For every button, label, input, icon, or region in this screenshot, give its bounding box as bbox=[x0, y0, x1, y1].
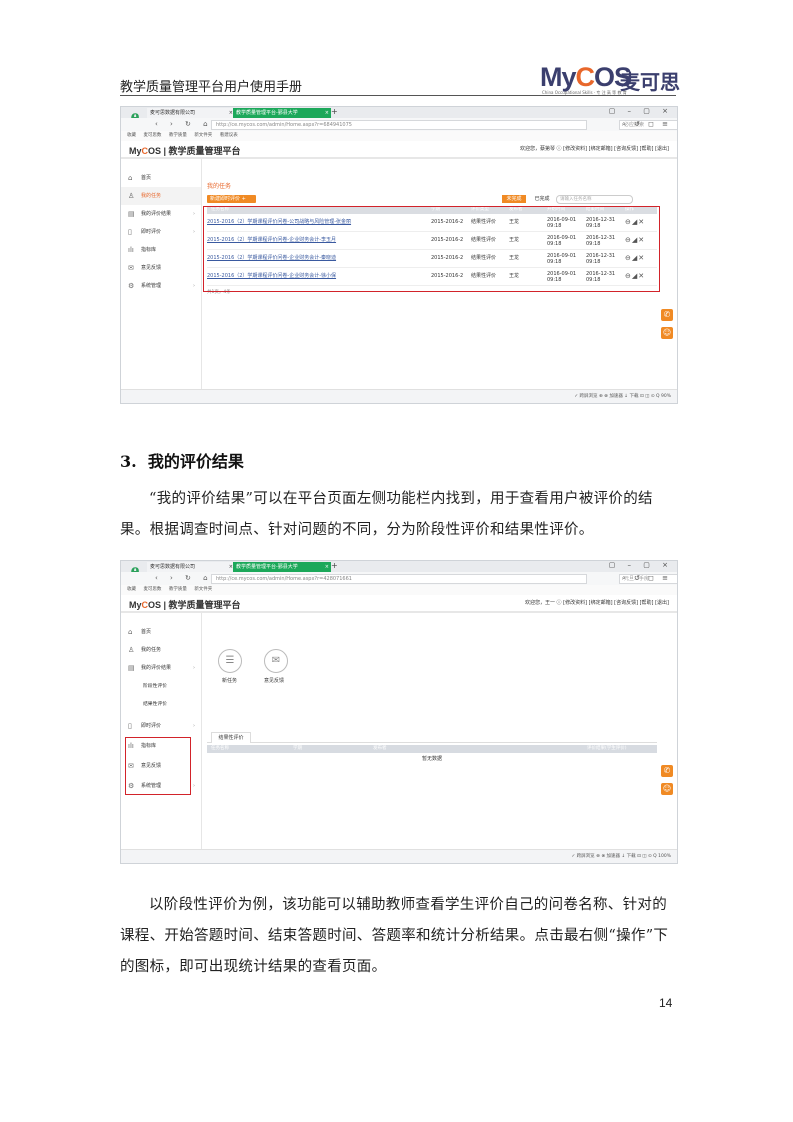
home-icon: ⌂ bbox=[128, 174, 133, 182]
sidebar-subitem-stage[interactable]: 阶段性评价 bbox=[121, 679, 201, 695]
user-info[interactable]: 欢迎您，蔡第琴 ⓘ [修改资料] [绑定邮箱] [咨询反馈] [帮助] [退出] bbox=[520, 145, 669, 152]
favorite-item[interactable]: 麦可思数 bbox=[143, 133, 161, 138]
filter-unfinished-button[interactable]: 未完成 bbox=[502, 195, 526, 203]
favorite-item[interactable]: 新文件夹 bbox=[194, 587, 212, 592]
column-header: 任务名称 bbox=[211, 746, 229, 751]
header-rule bbox=[120, 95, 676, 96]
logo-cn: 麦可思 bbox=[620, 70, 680, 94]
document-header-title: 教学质量管理平台用户使用手册 bbox=[120, 80, 303, 95]
highlight-box bbox=[203, 206, 660, 292]
window-controls[interactable]: ▢ – ▢ × bbox=[609, 107, 673, 115]
sidebar-item-my-tasks[interactable]: ♙ 我的任务 bbox=[121, 187, 201, 205]
user-icon: ♙ bbox=[128, 646, 135, 654]
sidebar-item-instant[interactable]: ▯ 即时评价 › bbox=[121, 717, 201, 735]
new-task-label: 新任务 bbox=[222, 678, 238, 684]
sidebar: ⌂ 首页 ♙ 我的任务 ▤ 我的评价结果 › ▯ 即时评价 › ılı 指标库 ✉ 意见反馈 ⚙… bbox=[121, 159, 202, 389]
window-controls[interactable]: ▢ – ▢ × bbox=[609, 561, 673, 569]
new-tab-icon[interactable]: + bbox=[331, 107, 338, 116]
browser-tab[interactable]: 麦可思数据有限公司 × bbox=[147, 108, 235, 118]
sidebar-item-home[interactable]: ⌂ 首页 bbox=[121, 169, 201, 187]
favorite-item[interactable]: 教学质量 bbox=[169, 587, 187, 592]
url-field[interactable]: http://ce.mycos.com/admin/Home.aspx?r=68… bbox=[211, 120, 587, 130]
doc-icon: ▯ bbox=[128, 228, 132, 236]
sidebar-item-my-tasks[interactable]: ♙ 我的任务 bbox=[121, 641, 201, 659]
browser-tab-active[interactable]: 教学质量管理平台-鄞县大学 × bbox=[233, 108, 331, 118]
new-task-icon[interactable]: ☰ bbox=[218, 649, 242, 673]
new-evaluation-button[interactable]: 新建即时评价 + bbox=[207, 195, 256, 203]
section-heading: 3. 我的评价结果 bbox=[120, 452, 244, 471]
feedback-mail-icon[interactable]: ✉ bbox=[264, 649, 288, 673]
app-header: MyCOS | 教学质量管理平台 欢迎您，王一 ⓘ [修改资料] [绑定邮箱] … bbox=[121, 595, 677, 613]
browser-titlebar: 麦可思数据有限公司 × 教学质量管理平台-鄞县大学 × + ▢ – ▢ × bbox=[121, 561, 677, 572]
phone-icon[interactable]: ✆ bbox=[661, 309, 673, 321]
logo-brand: MyCOS bbox=[540, 62, 632, 92]
favorite-item[interactable]: 麦可思数 bbox=[143, 587, 161, 592]
tab-final-evaluation[interactable]: 结果性评价 bbox=[211, 732, 251, 743]
list-icon: ▤ bbox=[128, 210, 135, 218]
table-header: 任务名称 学期 发布者 评价结果(学生评价) bbox=[207, 745, 657, 753]
address-bar: ‹ › ↻ ⌂ http://ce.mycos.com/admin/Home.a… bbox=[121, 572, 677, 586]
sidebar-item-home[interactable]: ⌂ 首页 bbox=[121, 623, 201, 641]
sidebar-item-feedback[interactable]: ✉ 意见反馈 bbox=[121, 259, 201, 277]
page-number: 14 bbox=[659, 996, 673, 1010]
breadcrumb: 我的任务 bbox=[207, 183, 232, 190]
browser-tab-active[interactable]: 教学质量管理平台-鄞县大学 × bbox=[233, 562, 331, 572]
url-field[interactable]: http://ce.mycos.com/admin/Home.aspx?r=42… bbox=[211, 574, 587, 584]
column-header: 学期 bbox=[293, 746, 302, 751]
app-header: MyCOS | 教学质量管理平台 欢迎您，蔡第琴 ⓘ [修改资料] [绑定邮箱]… bbox=[121, 141, 677, 159]
favorite-item[interactable]: 收藏 bbox=[127, 587, 136, 592]
user-icon: ♙ bbox=[128, 192, 135, 200]
filter-finished-button[interactable]: 已完成 bbox=[530, 195, 554, 203]
feedback-label: 意见反馈 bbox=[264, 678, 285, 684]
status-items[interactable]: ✓ 跨屏浏览 ⊕ ⊗ 加速器 ↓ 下载 ⊡ ◫ ⊙ Q 100% bbox=[571, 850, 671, 863]
highlight-box bbox=[125, 737, 191, 795]
list-icon: ▤ bbox=[128, 664, 135, 672]
doc-icon: ▯ bbox=[128, 722, 132, 730]
mail-icon: ✉ bbox=[128, 264, 134, 272]
column-header: 发布者 bbox=[373, 746, 387, 751]
status-items[interactable]: ✓ 跨屏浏览 ⊕ ⊗ 加速器 ↓ 下载 ⊡ ◫ ⊙ Q 90% bbox=[574, 390, 671, 403]
sidebar-subitem-final[interactable]: 结果性评价 bbox=[121, 697, 201, 713]
app-logo: MyCOS | 教学质量管理平台 bbox=[129, 146, 241, 156]
user-info[interactable]: 欢迎您，王一 ⓘ [修改资料] [绑定邮箱] [咨询反馈] [帮助] [退出] bbox=[525, 599, 669, 606]
browser-tab[interactable]: 麦可思数据有限公司 × bbox=[147, 562, 235, 572]
address-bar: ‹ › ↻ ⌂ http://ce.mycos.com/admin/Home.a… bbox=[121, 118, 677, 132]
app-logo: MyCOS | 教学质量管理平台 bbox=[129, 600, 241, 610]
gear-icon: ⚙ bbox=[128, 282, 135, 290]
task-search-input[interactable]: 请输入任务名称 bbox=[556, 195, 633, 204]
nav-buttons[interactable]: ‹ › ↻ ⌂ bbox=[155, 120, 213, 128]
browser-tools[interactable]: ⌕ ↺ ◻ ≡ bbox=[622, 120, 671, 129]
status-bar: ✓ 跨屏浏览 ⊕ ⊗ 加速器 ↓ 下载 ⊡ ◫ ⊙ Q 100% bbox=[121, 849, 677, 863]
screenshot-my-tasks: 麦可思数据有限公司 × 教学质量管理平台-鄞县大学 × + ▢ – ▢ × e ‹ … bbox=[120, 106, 678, 404]
browser-tools[interactable]: ⌕ ↺ ◻ ≡ bbox=[622, 574, 671, 583]
bar-chart-icon: ılı bbox=[128, 246, 134, 254]
sidebar-item-instant[interactable]: ▯ 即时评价 › bbox=[121, 223, 201, 241]
sidebar: ⌂ 首页 ♙ 我的任务 ▤ 我的评价结果 › 阶段性评价 结果性评价 ▯ 即时评价 › ıl… bbox=[121, 613, 202, 849]
sidebar-item-system[interactable]: ⚙ 系统管理 › bbox=[121, 277, 201, 295]
paragraph-example: 以阶段性评价为例，该功能可以辅助教师查看学生评价自己的问卷名称、针对的课程、开始… bbox=[120, 897, 669, 975]
favorite-item[interactable]: 教学质量 bbox=[169, 133, 187, 138]
empty-state: 暂无数据 bbox=[421, 756, 442, 762]
sidebar-item-results[interactable]: ▤ 我的评价结果 › bbox=[121, 659, 201, 677]
paragraph-intro: “我的评价结果”可以在平台页面左侧功能栏内找到，用于查看用户被评价的结果。根据调… bbox=[120, 491, 653, 538]
favorite-item[interactable]: 收藏 bbox=[127, 133, 136, 138]
new-tab-icon[interactable]: + bbox=[331, 561, 338, 570]
nav-buttons[interactable]: ‹ › ↻ ⌂ bbox=[155, 574, 213, 582]
screenshot-evaluation-results: 麦可思数据有限公司 × 教学质量管理平台-鄞县大学 × + ▢ – ▢ × e ‹ … bbox=[120, 560, 678, 864]
mycos-logo: MyCOS 麦可思 China Occupational Skills · 专 … bbox=[540, 62, 680, 96]
favorite-item[interactable]: 新文件夹 bbox=[194, 133, 212, 138]
column-header: 评价结果(学生评价) bbox=[587, 746, 627, 751]
qq-icon[interactable]: ☺ bbox=[661, 783, 673, 795]
favorite-item[interactable]: 看建议表 bbox=[220, 133, 238, 138]
tab-bar: 结果性评价 bbox=[207, 732, 657, 743]
phone-icon[interactable]: ✆ bbox=[661, 765, 673, 777]
home-icon: ⌂ bbox=[128, 628, 133, 636]
browser-titlebar: 麦可思数据有限公司 × 教学质量管理平台-鄞县大学 × + ▢ – ▢ × bbox=[121, 107, 677, 118]
sidebar-item-results[interactable]: ▤ 我的评价结果 › bbox=[121, 205, 201, 223]
qq-icon[interactable]: ☺ bbox=[661, 327, 673, 339]
sidebar-item-indicators[interactable]: ılı 指标库 bbox=[121, 241, 201, 259]
status-bar: ✓ 跨屏浏览 ⊕ ⊗ 加速器 ↓ 下载 ⊡ ◫ ⊙ Q 90% bbox=[121, 389, 677, 403]
